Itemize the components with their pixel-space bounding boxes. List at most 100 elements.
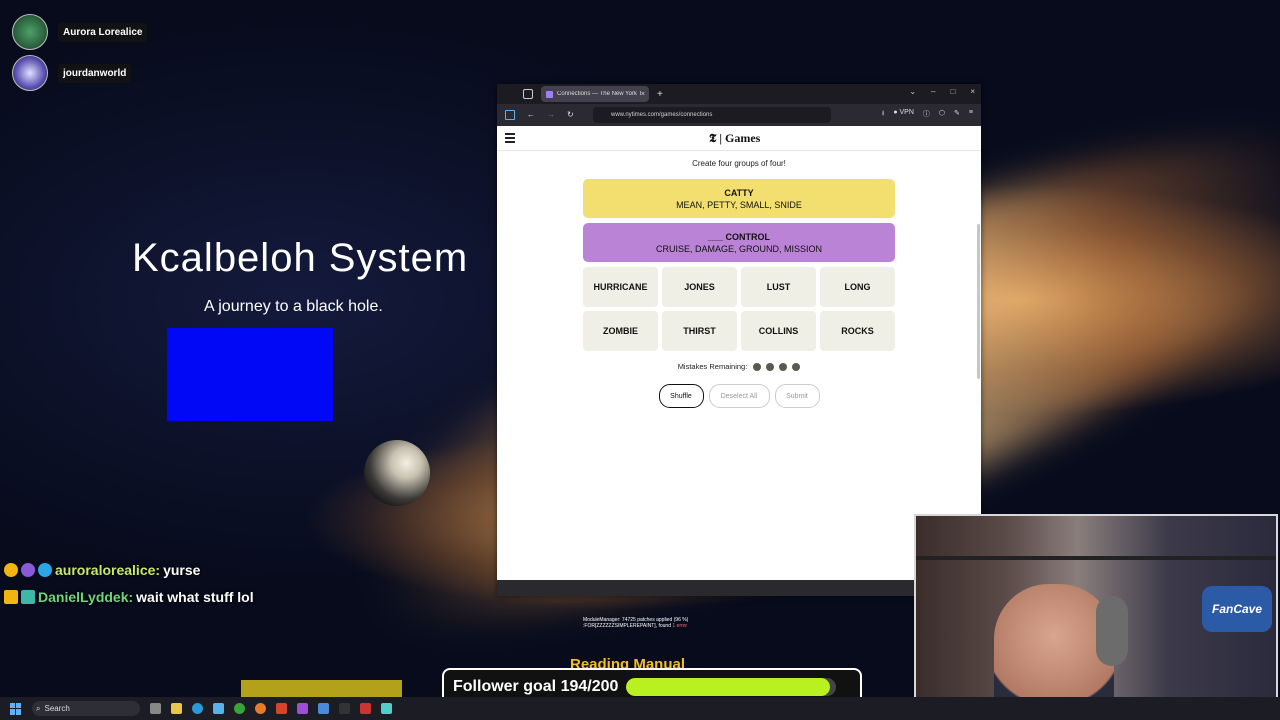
extension-icon[interactable]: ✎ bbox=[954, 109, 960, 120]
app-icon[interactable] bbox=[360, 703, 371, 714]
info-icon[interactable]: ⓘ bbox=[923, 109, 930, 120]
chat-line: auroralorealice: yurse bbox=[4, 562, 200, 578]
viewer-aurora: Aurora Lorealice bbox=[12, 14, 148, 50]
word-grid: HURRICANE JONES LUST LONG ZOMBIE THIRST … bbox=[583, 267, 895, 351]
module-manager-line: :FOR[ZZZZZZSIMPLEREPAINT], found bbox=[583, 623, 671, 629]
connections-favicon-icon bbox=[546, 90, 553, 98]
word-tile[interactable]: LONG bbox=[820, 267, 895, 307]
firefox-icon[interactable] bbox=[255, 703, 266, 714]
chat-message: wait what stuff lol bbox=[136, 589, 254, 605]
tab-connections[interactable]: Connections — The New York Times × bbox=[541, 86, 649, 102]
badge-icon bbox=[21, 590, 35, 604]
avatar bbox=[12, 55, 48, 91]
mistake-dots bbox=[753, 362, 801, 371]
sidebar-icon[interactable] bbox=[505, 110, 515, 120]
page-footer bbox=[497, 580, 981, 596]
menu-icon[interactable]: ≡ bbox=[969, 109, 973, 120]
tab-title: Connections — The New York Times bbox=[557, 91, 641, 97]
blue-placeholder-box bbox=[167, 328, 333, 421]
module-manager-error: 1 error bbox=[672, 623, 688, 629]
chat-username: DanielLyddek: bbox=[38, 589, 134, 605]
viewer-name: jourdanworld bbox=[58, 63, 132, 83]
word-tile[interactable]: LUST bbox=[741, 267, 816, 307]
submit-button[interactable]: Submit bbox=[774, 384, 820, 408]
game-ui-bar bbox=[241, 680, 402, 697]
steam-icon[interactable] bbox=[213, 703, 224, 714]
chat-message: yurse bbox=[163, 562, 201, 578]
action-buttons: Shuffle Deselect All Submit bbox=[497, 384, 981, 408]
taskbar-search[interactable]: ⌕ Search bbox=[32, 701, 140, 716]
word-tile[interactable]: THIRST bbox=[662, 311, 737, 351]
nyt-games-header: 𝕿 | Games bbox=[497, 126, 981, 151]
edge-icon[interactable] bbox=[192, 703, 203, 714]
app-icon[interactable] bbox=[381, 703, 392, 714]
mistakes-remaining: Mistakes Remaining: bbox=[497, 362, 981, 371]
shelf bbox=[916, 556, 1276, 560]
maximize-button[interactable]: □ bbox=[950, 87, 955, 96]
reload-button[interactable]: ↻ bbox=[567, 110, 574, 120]
download-icon[interactable]: ⭳ bbox=[882, 109, 884, 120]
hamburger-menu-icon[interactable] bbox=[505, 133, 515, 145]
fancave-logo: FanCave bbox=[1202, 586, 1272, 632]
nyt-games-logo[interactable]: 𝕿 | Games bbox=[709, 131, 760, 146]
xbox-icon[interactable] bbox=[234, 703, 245, 714]
badge-icon bbox=[38, 563, 52, 577]
navigation-toolbar: ← → ↻ www.nytimes.com/games/connections … bbox=[497, 104, 981, 126]
group-category: CATTY bbox=[724, 187, 754, 198]
badge-icon bbox=[21, 563, 35, 577]
search-icon: ⌕ bbox=[36, 703, 41, 713]
game-subtitle: A journey to a black hole. bbox=[204, 298, 383, 315]
mistake-dot bbox=[779, 362, 788, 371]
twitch-icon[interactable] bbox=[297, 703, 308, 714]
word-tile[interactable]: JONES bbox=[662, 267, 737, 307]
mistakes-label: Mistakes Remaining: bbox=[677, 362, 748, 371]
tab-list-icon[interactable] bbox=[523, 89, 533, 99]
new-tab-button[interactable]: + bbox=[657, 89, 663, 100]
follower-goal-label: Follower goal 194/200 bbox=[453, 678, 619, 695]
task-view-icon[interactable] bbox=[150, 703, 161, 714]
browser-window: Connections — The New York Times × + ⌄ –… bbox=[497, 84, 981, 596]
chat-line: DanielLyddek: wait what stuff lol bbox=[4, 589, 254, 605]
follower-goal-fill bbox=[626, 678, 831, 696]
badge-icon bbox=[4, 563, 18, 577]
viewer-name: Aurora Lorealice bbox=[58, 22, 148, 42]
terminal-icon[interactable] bbox=[339, 703, 350, 714]
app-icon[interactable] bbox=[318, 703, 329, 714]
windows-start-icon[interactable] bbox=[10, 702, 22, 715]
taskbar: ⌕ Search bbox=[0, 697, 1280, 720]
word-tile[interactable]: ZOMBIE bbox=[583, 311, 658, 351]
instructions: Create four groups of four! bbox=[692, 159, 786, 168]
word-tile[interactable]: HURRICANE bbox=[583, 267, 658, 307]
page-scrollbar[interactable] bbox=[977, 224, 980, 379]
word-tile[interactable]: COLLINS bbox=[741, 311, 816, 351]
word-tile[interactable]: ROCKS bbox=[820, 311, 895, 351]
vpn-button[interactable]: ● VPN bbox=[893, 109, 914, 120]
close-window-button[interactable]: × bbox=[970, 87, 975, 96]
solved-group-catty: CATTY MEAN, PETTY, SMALL, SNIDE bbox=[583, 179, 895, 218]
headphones bbox=[1096, 596, 1128, 666]
deselect-all-button[interactable]: Deselect All bbox=[708, 384, 770, 408]
tab-dropdown-icon[interactable]: ⌄ bbox=[909, 87, 916, 96]
mistake-dot bbox=[753, 362, 762, 371]
viewer-jourdan: jourdanworld bbox=[12, 55, 132, 91]
brave-icon[interactable] bbox=[276, 703, 287, 714]
extensions-icon[interactable]: ⬡ bbox=[939, 109, 945, 120]
follower-goal-track bbox=[626, 678, 837, 696]
vpn-label: VPN bbox=[899, 109, 914, 116]
solved-group-control: ___ CONTROL CRUISE, DAMAGE, GROUND, MISS… bbox=[583, 223, 895, 262]
forward-button[interactable]: → bbox=[547, 110, 555, 120]
tab-close-icon[interactable]: × bbox=[641, 91, 645, 98]
back-button[interactable]: ← bbox=[527, 110, 535, 120]
webcam-feed: FanCave bbox=[914, 514, 1278, 718]
brand-text: Games bbox=[725, 131, 761, 145]
minimize-button[interactable]: – bbox=[931, 87, 935, 96]
avatar bbox=[12, 14, 48, 50]
group-members: MEAN, PETTY, SMALL, SNIDE bbox=[676, 199, 802, 210]
file-explorer-icon[interactable] bbox=[171, 703, 182, 714]
planet bbox=[364, 440, 430, 506]
group-members: CRUISE, DAMAGE, GROUND, MISSION bbox=[655, 243, 823, 254]
address-bar[interactable]: www.nytimes.com/games/connections bbox=[593, 107, 831, 123]
mistake-dot bbox=[766, 362, 775, 371]
shuffle-button[interactable]: Shuffle bbox=[658, 384, 704, 408]
crown-icon bbox=[4, 590, 18, 604]
